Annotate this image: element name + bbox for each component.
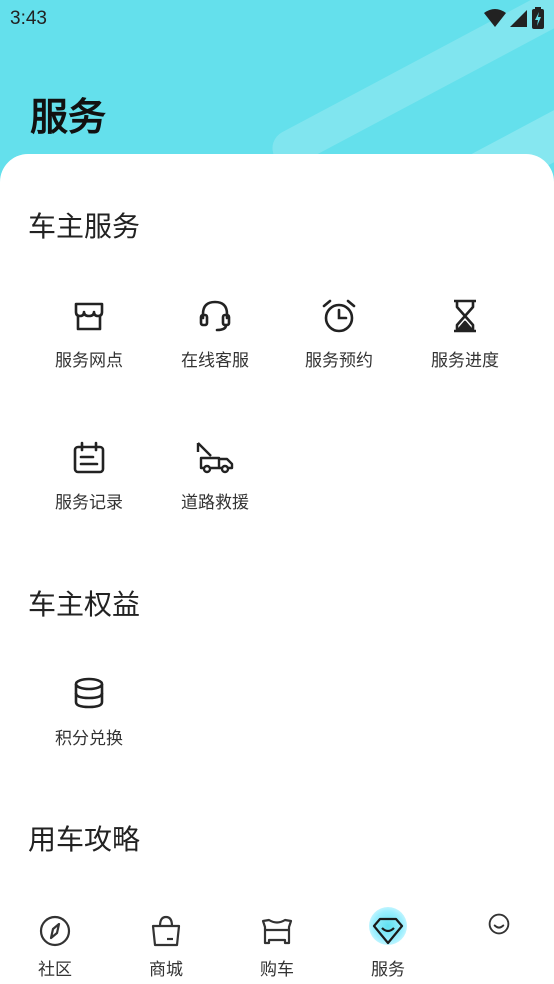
grid-item-label: 在线客服 [181,351,249,371]
grid-item-service-records[interactable]: 服务记录 [26,438,152,513]
hourglass-icon [454,299,476,333]
battery-icon [532,7,544,29]
headset-icon [199,300,231,332]
compass-icon [39,915,71,947]
grid-item-label: 道路救援 [181,493,249,513]
service-diamond-icon [372,917,404,945]
page-title: 服务 [30,95,107,139]
bottom-tab-bar: 社区 商城 购车 服务 [0,899,554,984]
grid-item-label: 服务进度 [431,351,499,371]
grid-item-service-progress[interactable]: 服务进度 [402,296,528,371]
tab-buy-car[interactable]: 购车 [222,899,332,984]
status-icons [484,7,544,29]
section-title-car-guide: 用车攻略 [28,823,141,856]
smiley-icon [488,913,510,935]
status-bar: 3:43 [0,0,554,38]
shopping-bag-icon [151,915,181,947]
tab-profile[interactable] [444,899,554,984]
grid-item-label: 服务记录 [55,493,123,513]
tow-truck-icon [196,442,234,474]
alarm-clock-icon [322,299,356,333]
tab-service[interactable]: 服务 [333,899,443,984]
calendar-record-icon [73,441,105,474]
section-title-owner-benefits: 车主权益 [28,588,141,621]
car-front-icon [261,918,293,945]
content-sheet [0,154,554,899]
grid-item-points-exchange[interactable]: 积分兑换 [26,674,152,749]
store-icon [74,302,104,331]
tab-label: 商城 [149,960,183,980]
grid-item-label: 服务预约 [305,351,373,371]
tab-mall[interactable]: 商城 [111,899,221,984]
grid-item-label: 服务网点 [55,351,123,371]
coins-stack-icon [74,677,104,709]
section-title-owner-services: 车主服务 [28,210,141,243]
grid-item-service-booking[interactable]: 服务预约 [276,296,402,371]
signal-icon [510,10,527,27]
tab-label: 社区 [38,960,72,980]
grid-item-service-outlets[interactable]: 服务网点 [26,296,152,371]
grid-item-online-support[interactable]: 在线客服 [152,296,278,371]
status-time: 3:43 [10,8,47,29]
tab-label: 服务 [371,960,405,980]
grid-item-label: 积分兑换 [55,729,123,749]
tab-label: 购车 [260,960,294,980]
tab-community[interactable]: 社区 [0,899,110,984]
grid-item-road-rescue[interactable]: 道路救援 [152,438,278,513]
wifi-icon [484,9,506,27]
